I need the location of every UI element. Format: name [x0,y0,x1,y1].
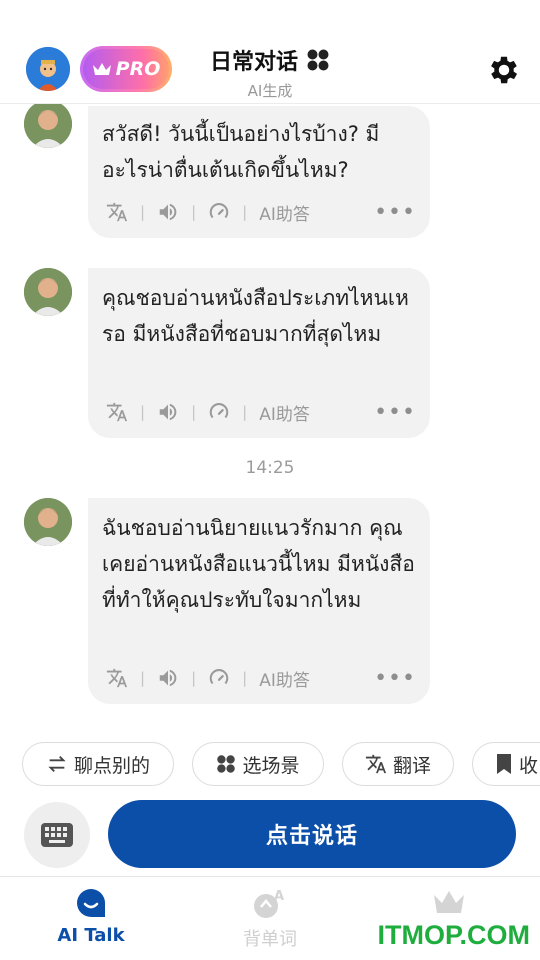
chip-bookmark[interactable]: 收 [472,742,540,786]
speed-gauge-icon[interactable] [208,667,230,689]
message-bubble: คุณชอบอ่านหนังสือประเภทไหนเหรอ มีหนังสือ… [88,268,430,438]
translate-icon [365,754,387,774]
flashcard-icon: A [254,889,284,918]
ai-help-button[interactable]: AI助答 [259,200,310,225]
chip-change-topic[interactable]: 聊点别的 [22,742,174,786]
keyboard-icon [41,823,73,847]
top-bar: PRO 日常对话 AI生成 [0,0,540,104]
message-bubble: ฉันชอบอ่านนิยายแนวรักมาก คุณเคยอ่านหนังส… [88,498,430,704]
more-icon[interactable]: ••• [374,666,416,691]
more-icon[interactable]: ••• [374,400,416,425]
nav-vocab[interactable]: A 背单词 [210,887,330,951]
nav-vip[interactable] [389,887,509,923]
chip-label: 选场景 [242,754,300,777]
nav-label: 背单词 [243,929,297,950]
bot-avatar[interactable] [24,268,72,316]
nav-ai-talk[interactable]: AI Talk [31,887,151,946]
translate-icon[interactable] [106,401,128,423]
bot-avatar[interactable] [24,498,72,546]
page-subtitle: AI生成 [247,82,293,100]
page-title: 日常对话 [210,44,330,76]
message-text: สวัสดี! วันนี้เป็นอย่างไรบ้าง? มีอะไรน่า… [102,122,380,182]
speaker-icon[interactable] [157,667,179,689]
chip-translate[interactable]: 翻译 [342,742,454,786]
translate-icon[interactable] [106,667,128,689]
message-toolbar: | | | AI助答 ••• [106,664,416,692]
nav-label: AI Talk [57,925,125,946]
translate-icon[interactable] [106,201,128,223]
tap-to-talk-button[interactable]: 点击说话 [108,800,516,868]
chip-label: 翻译 [392,754,431,777]
message-bubble: สวัสดี! วันนี้เป็นอย่างไรบ้าง? มีอะไรน่า… [88,106,430,238]
message-toolbar: | | | AI助答 ••• [106,398,416,426]
chip-label: 聊点别的 [73,754,150,777]
bot-avatar[interactable] [24,100,72,148]
speaker-icon[interactable] [157,401,179,423]
speed-gauge-icon[interactable] [208,401,230,423]
scene-grid-icon [217,755,236,773]
message-text: ฉันชอบอ่านนิยายแนวรักมาก คุณเคยอ่านหนังส… [102,516,415,612]
message-toolbar: | | | AI助答 ••• [106,198,416,226]
swap-arrows-icon [48,756,66,772]
gear-icon[interactable] [486,52,522,88]
ai-help-button[interactable]: AI助答 [259,666,310,691]
speaker-icon[interactable] [157,201,179,223]
suggestion-chips: 聊点别的 选场景 翻译 收 [0,742,540,786]
speed-gauge-icon[interactable] [208,201,230,223]
more-icon[interactable]: ••• [374,200,416,225]
chip-label: 收 [519,754,539,777]
message-timestamp: 14:25 [245,458,295,478]
svg-text:A: A [274,889,284,904]
message-text: คุณชอบอ่านหนังสือประเภทไหนเหรอ มีหนังสือ… [102,286,409,346]
crown-icon [434,891,464,913]
bookmark-icon [497,754,511,774]
watermark-text: ITMOP.COM [377,920,530,950]
ai-help-button[interactable]: AI助答 [259,400,310,425]
chip-select-scene[interactable]: 选场景 [192,742,324,786]
scene-grid-icon [307,49,329,71]
keyboard-toggle-button[interactable] [24,802,90,868]
chat-bubble-icon [77,889,105,917]
